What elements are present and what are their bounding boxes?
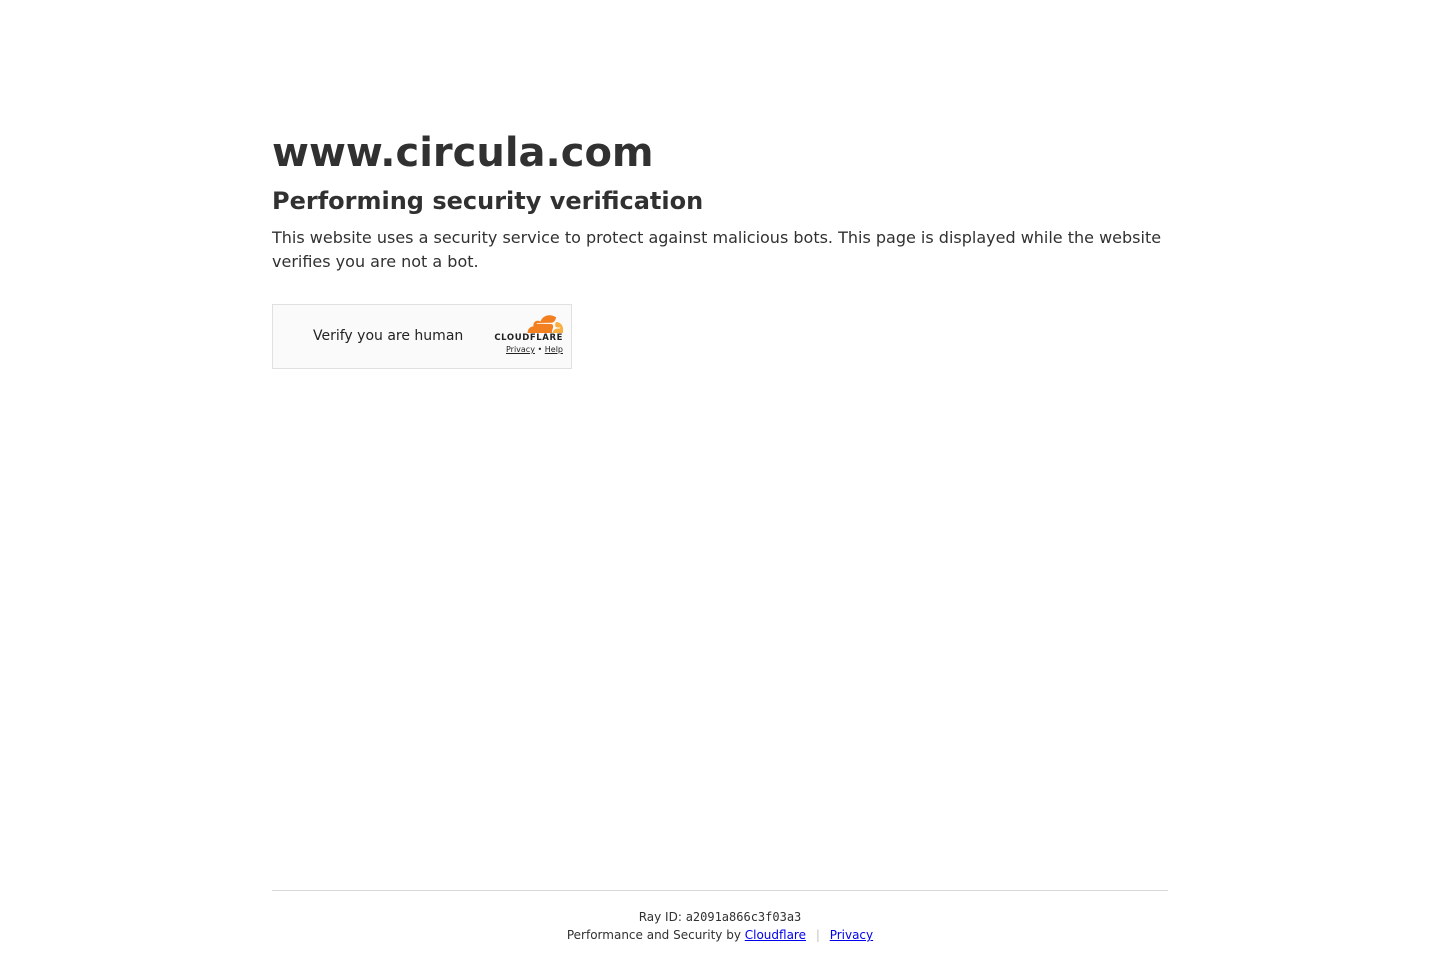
performance-line: Performance and Security by Cloudflare |… <box>272 927 1168 943</box>
widget-help-link[interactable]: Help <box>545 345 563 354</box>
widget-link-bullet: • <box>537 345 545 354</box>
ray-id-line: Ray ID: a2091a866c3f03a3 <box>272 909 1168 925</box>
footer-separator: | <box>815 928 820 942</box>
page-subtitle: Performing security verification <box>272 187 704 215</box>
verify-human-checkbox-label[interactable]: Verify you are human <box>313 327 463 345</box>
widget-privacy-link[interactable]: Privacy <box>506 345 535 354</box>
main-content: www.circula.com Performing security veri… <box>272 128 1168 369</box>
cloudflare-cloud-icon <box>527 315 563 333</box>
cloudflare-branding: CLOUDFLARE Privacy • Help <box>483 315 563 356</box>
performance-text: Performance and Security by <box>566 928 745 942</box>
cloudflare-link[interactable]: Cloudflare <box>745 928 806 942</box>
cloudflare-wordmark: CLOUDFLARE <box>494 333 563 343</box>
page-footer: Ray ID: a2091a866c3f03a3 Performance and… <box>272 890 1168 943</box>
footer-privacy-link[interactable]: Privacy <box>830 928 873 942</box>
turnstile-widget[interactable]: Verify you are human CLOUDFLARE Privacy … <box>272 304 572 369</box>
site-title: www.circula.com <box>272 130 654 176</box>
ray-id-label: Ray ID: <box>638 910 686 924</box>
page-description: This website uses a security service to … <box>272 228 1162 271</box>
ray-id-value: a2091a866c3f03a3 <box>685 910 802 924</box>
widget-links: Privacy • Help <box>483 344 563 356</box>
